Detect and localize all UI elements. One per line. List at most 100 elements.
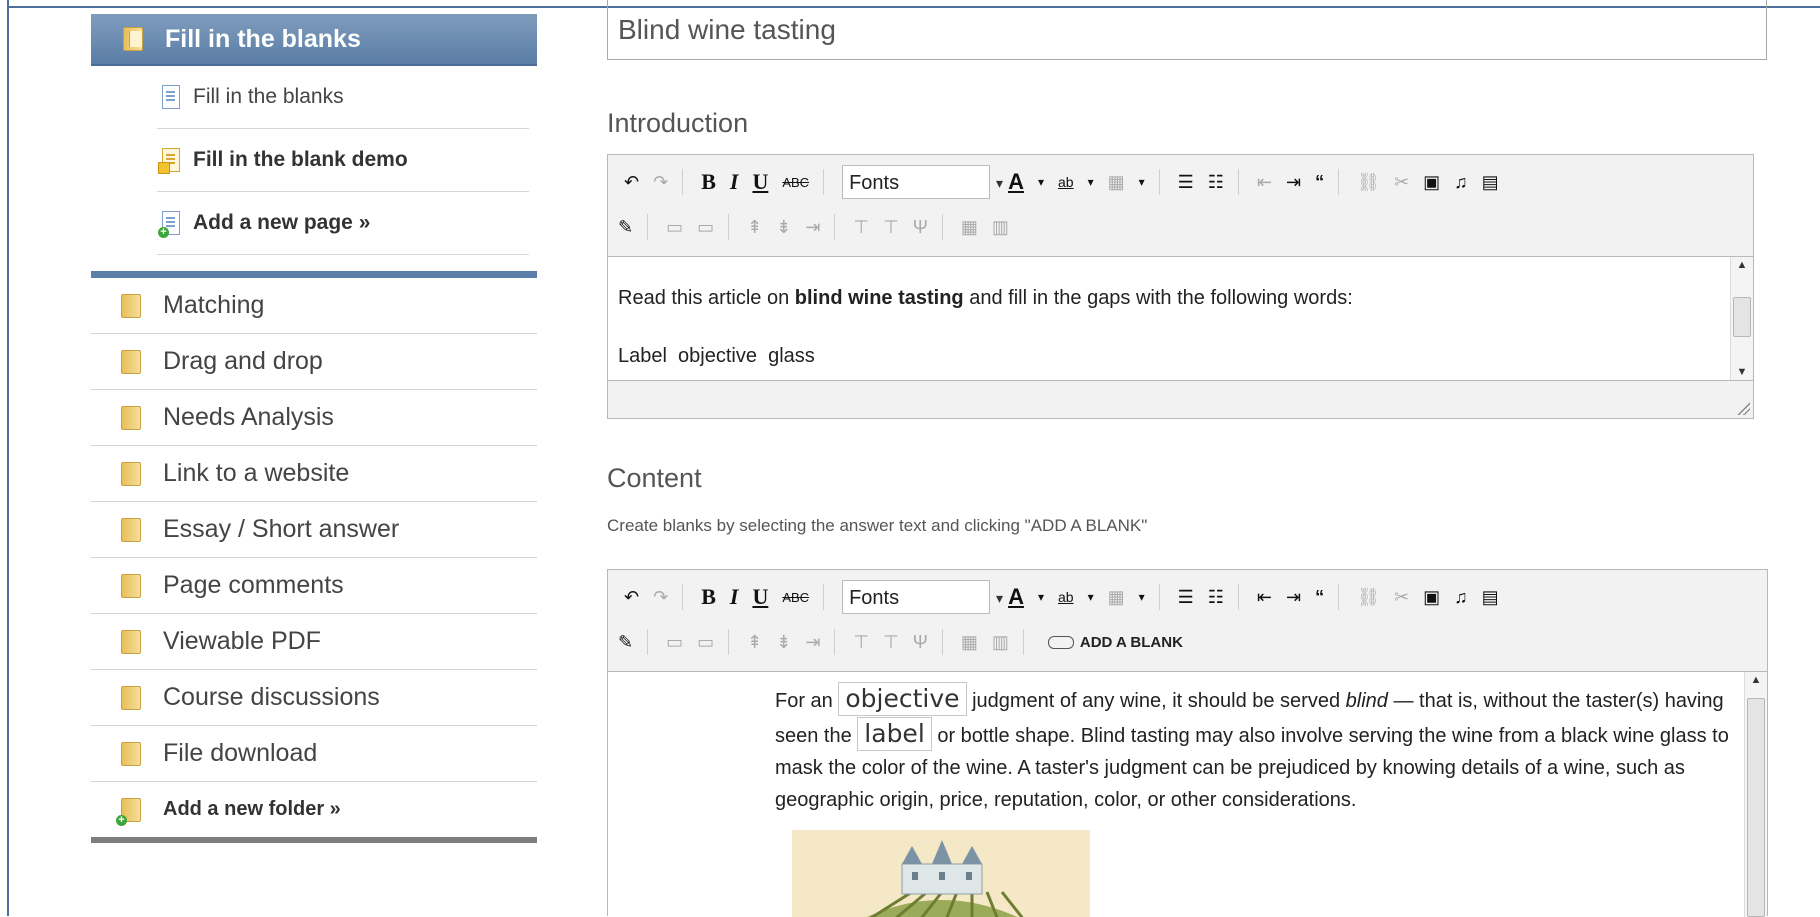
sidebar-page-fill-in-the-blanks[interactable]: Fill in the blanks xyxy=(157,66,529,129)
split-cells-icon[interactable]: ▥ xyxy=(992,632,1009,653)
sidebar-folder-drag-and-drop[interactable]: Drag and drop xyxy=(91,334,537,390)
insert-media-icon[interactable]: ♫ xyxy=(1454,587,1468,608)
undo-icon[interactable]: ↶ xyxy=(624,587,639,608)
insert-embed-icon[interactable]: ▤ xyxy=(1482,587,1499,608)
fonts-dropdown[interactable]: Fonts xyxy=(842,580,1003,615)
folder-label: Drag and drop xyxy=(163,347,323,375)
sidebar-folder-course-discussions[interactable]: Course discussions xyxy=(91,670,537,726)
highlight-icon[interactable]: ab xyxy=(1058,589,1074,605)
split-cells-icon[interactable]: ▥ xyxy=(992,217,1009,238)
bullet-list-icon[interactable]: ☰ xyxy=(1178,587,1194,608)
sidebar-folder-link-to-website[interactable]: Link to a website xyxy=(91,446,537,502)
strikethrough-icon[interactable]: ABC xyxy=(782,175,809,190)
insert-image-icon[interactable]: ▣ xyxy=(1423,587,1440,608)
insert-row-after-icon[interactable]: ⇟ xyxy=(776,217,791,238)
outdent-icon[interactable]: ⇤ xyxy=(1257,172,1272,193)
insert-col-before-icon[interactable]: ⊤ xyxy=(853,632,869,653)
content-text-area[interactable]: For an objective judgment of any wine, i… xyxy=(608,671,1767,917)
link-icon[interactable]: ⛓ xyxy=(1357,587,1380,608)
insert-row-before-icon[interactable]: ⇞ xyxy=(747,217,762,238)
table-icon[interactable]: ▦ xyxy=(1108,587,1125,608)
text-color-icon[interactable]: A xyxy=(1008,584,1024,610)
delete-row-icon[interactable]: ⇥ xyxy=(805,632,820,653)
introduction-editor: ↶ ↷ B I U ABC Fonts A ▾ ab ▾ ▦ ▾ ☰ ☷ ⇤ ⇥… xyxy=(607,154,1754,419)
insert-col-after-icon[interactable]: ⊤ xyxy=(883,632,899,653)
merge-cells-icon[interactable]: ▦ xyxy=(961,632,978,653)
sidebar-folder-essay[interactable]: Essay / Short answer xyxy=(91,502,537,558)
add-a-blank-button[interactable]: ADD A BLANK xyxy=(1047,633,1183,651)
chevron-down-icon[interactable]: ▾ xyxy=(1139,175,1145,189)
insert-row-before-icon[interactable]: ⇞ xyxy=(747,632,762,653)
insert-embed-icon[interactable]: ▤ xyxy=(1482,172,1499,193)
delete-col-icon[interactable]: Ψ xyxy=(913,632,928,653)
resize-handle-icon[interactable] xyxy=(1736,401,1750,415)
highlight-icon[interactable]: ab xyxy=(1058,174,1074,190)
insert-media-icon[interactable]: ♫ xyxy=(1454,172,1468,193)
sidebar-folder-viewable-pdf[interactable]: Viewable PDF xyxy=(91,614,537,670)
insert-image-icon[interactable]: ▣ xyxy=(1423,172,1440,193)
add-new-page-link[interactable]: + Add a new page » xyxy=(157,192,529,255)
bold-icon[interactable]: B xyxy=(701,169,716,195)
sidebar-page-fill-in-the-blank-demo[interactable]: Fill in the blank demo xyxy=(157,129,529,192)
folder-icon xyxy=(121,405,141,430)
vertical-scrollbar[interactable]: ▲ xyxy=(1744,672,1767,917)
vertical-scrollbar[interactable]: ▲ ▼ xyxy=(1730,257,1753,380)
sidebar-folder-active[interactable]: Fill in the blanks xyxy=(91,14,537,66)
redo-icon[interactable]: ↷ xyxy=(653,172,668,193)
text-color-icon[interactable]: A xyxy=(1008,169,1024,195)
table-icon[interactable]: ▦ xyxy=(1108,172,1125,193)
delete-row-icon[interactable]: ⇥ xyxy=(805,217,820,238)
blank-label[interactable]: label xyxy=(857,717,932,751)
insert-col-before-icon[interactable]: ⊤ xyxy=(853,217,869,238)
edit-html-icon[interactable]: ✎ xyxy=(618,217,633,238)
add-a-blank-label: ADD A BLANK xyxy=(1079,633,1183,651)
delete-col-icon[interactable]: Ψ xyxy=(913,217,928,238)
numbered-list-icon[interactable]: ☷ xyxy=(1208,172,1224,193)
folder-label: Link to a website xyxy=(163,459,350,487)
blockquote-icon[interactable]: “ xyxy=(1315,587,1324,608)
bold-icon[interactable]: B xyxy=(701,584,716,610)
insert-col-after-icon[interactable]: ⊤ xyxy=(883,217,899,238)
indent-icon[interactable]: ⇥ xyxy=(1286,172,1301,193)
table-props-icon[interactable]: ▭ xyxy=(666,217,683,238)
fonts-dropdown[interactable]: Fonts xyxy=(842,165,1003,200)
underline-icon[interactable]: U xyxy=(752,169,768,195)
blockquote-icon[interactable]: “ xyxy=(1315,172,1324,193)
chevron-down-icon[interactable]: ▾ xyxy=(1038,590,1044,604)
italic-icon[interactable]: I xyxy=(730,584,739,610)
chevron-down-icon[interactable]: ▾ xyxy=(1038,175,1044,189)
content-paragraph: For an objective judgment of any wine, i… xyxy=(775,682,1729,811)
sidebar-folder-needs-analysis[interactable]: Needs Analysis xyxy=(91,390,537,446)
link-icon[interactable]: ⛓ xyxy=(1357,172,1380,193)
folder-icon xyxy=(121,461,141,486)
section-divider xyxy=(91,271,537,278)
merge-cells-icon[interactable]: ▦ xyxy=(961,217,978,238)
edit-html-icon[interactable]: ✎ xyxy=(618,632,633,653)
chevron-down-icon[interactable]: ▾ xyxy=(1139,590,1145,604)
numbered-list-icon[interactable]: ☷ xyxy=(1208,587,1224,608)
insert-row-after-icon[interactable]: ⇟ xyxy=(776,632,791,653)
bullet-list-icon[interactable]: ☰ xyxy=(1178,172,1194,193)
sidebar-folder-file-download[interactable]: File download xyxy=(91,726,537,782)
add-new-folder-link[interactable]: + Add a new folder » xyxy=(91,782,537,837)
undo-icon[interactable]: ↶ xyxy=(624,172,639,193)
strikethrough-icon[interactable]: ABC xyxy=(782,590,809,605)
outdent-icon[interactable]: ⇤ xyxy=(1257,587,1272,608)
sidebar-folder-matching[interactable]: Matching xyxy=(91,278,537,334)
unlink-icon[interactable]: ✂ xyxy=(1394,587,1409,608)
indent-icon[interactable]: ⇥ xyxy=(1286,587,1301,608)
chevron-down-icon[interactable]: ▾ xyxy=(1088,590,1094,604)
folder-label: Matching xyxy=(163,291,265,319)
sidebar-folder-page-comments[interactable]: Page comments xyxy=(91,558,537,614)
italic-icon[interactable]: I xyxy=(730,169,739,195)
introduction-text-area[interactable]: Read this article on blind wine tasting … xyxy=(608,256,1753,381)
chevron-down-icon[interactable]: ▾ xyxy=(1088,175,1094,189)
unlink-icon[interactable]: ✂ xyxy=(1394,172,1409,193)
page-title-input[interactable]: Blind wine tasting xyxy=(607,0,1767,60)
blank-objective[interactable]: objective xyxy=(838,682,967,716)
underline-icon[interactable]: U xyxy=(752,584,768,610)
table-props-icon[interactable]: ▭ xyxy=(666,632,683,653)
redo-icon[interactable]: ↷ xyxy=(653,587,668,608)
cell-props-icon[interactable]: ▭ xyxy=(697,632,714,653)
cell-props-icon[interactable]: ▭ xyxy=(697,217,714,238)
